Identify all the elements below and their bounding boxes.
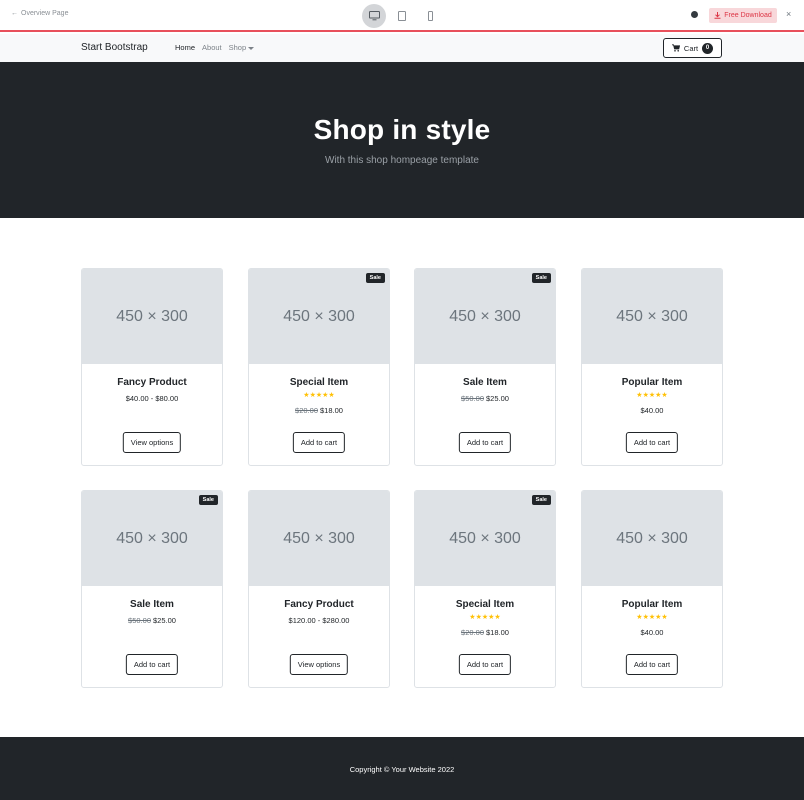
free-download-label: Free Download [724, 12, 772, 19]
add-to-cart-button[interactable]: Add to cart [458, 654, 512, 675]
cart-icon [671, 44, 680, 52]
product-name: Sale Item [130, 599, 174, 610]
product-price: $50.00 $25.00 [82, 616, 222, 625]
cart-label: Cart [683, 43, 699, 53]
product-image: 450 × 300 Sale [249, 269, 389, 364]
old-price: $20.00 [461, 628, 484, 637]
download-icon [714, 12, 721, 19]
preview-toolbar: ← Overview Page Free Download × [0, 0, 804, 32]
product-price: $40.00 [640, 628, 664, 637]
footer-copyright: Copyright © Your Website 2022 [349, 765, 455, 774]
view-options-button[interactable]: View options [289, 654, 349, 675]
old-price: $50.00 [461, 394, 484, 403]
star-icon: ★ [494, 614, 501, 621]
product-card: 450 × 300 Fancy Product $40.00 - $80.00 … [81, 268, 223, 466]
hero-header: Shop in style With this shop hompeage te… [0, 62, 804, 218]
star-rating: ★★★★★ [415, 614, 555, 622]
product-name: Fancy Product [284, 599, 354, 610]
product-card: 450 × 300 Fancy Product $120.00 - $280.0… [248, 490, 390, 688]
product-image-placeholder: 450 × 300 [283, 307, 355, 325]
overview-page-link[interactable]: ← Overview Page [11, 10, 68, 17]
product-image: 450 × 300 [249, 491, 389, 586]
product-price: $20.00 $18.00 [249, 406, 389, 415]
old-price: $50.00 [128, 616, 151, 625]
product-card: 450 × 300 Sale Sale Item $50.00 $25.00 Ad… [81, 490, 223, 688]
navbar-brand[interactable]: Start Bootstrap [81, 42, 148, 53]
add-to-cart-button[interactable]: Add to cart [458, 432, 512, 453]
view-options-button[interactable]: View options [122, 432, 182, 453]
star-rating: ★★★★★ [582, 392, 722, 400]
product-image: 450 × 300 Sale [415, 269, 555, 364]
hero-subtitle: With this shop hompeage template [325, 155, 479, 166]
add-to-cart-button[interactable]: Add to cart [292, 432, 346, 453]
device-switcher [362, 4, 442, 28]
mobile-icon [427, 11, 433, 21]
nav-links: Home About Shop [175, 43, 255, 52]
product-image: 450 × 300 [82, 269, 222, 364]
product-name: Popular Item [621, 599, 683, 610]
nav-link-about[interactable]: About [202, 43, 222, 52]
tablet-icon [398, 11, 406, 21]
sale-badge: Sale [531, 273, 551, 283]
close-icon[interactable]: × [786, 9, 791, 19]
star-icon: ★ [328, 392, 335, 399]
site-footer: Copyright © Your Website 2022 [0, 737, 804, 800]
product-image: 450 × 300 Sale [415, 491, 555, 586]
product-name: Sale Item [463, 377, 507, 388]
arrow-left-icon: ← [11, 10, 18, 17]
cart-count-badge: 0 [702, 42, 714, 54]
old-price: $20.00 [295, 406, 318, 415]
product-name: Special Item [455, 599, 515, 610]
star-icon: ★ [661, 392, 668, 399]
desktop-icon [368, 11, 380, 21]
product-name: Popular Item [621, 377, 683, 388]
product-card: 450 × 300 Sale Special Item ★★★★★ $20.00… [248, 268, 390, 466]
sale-price: $18.00 [320, 406, 343, 415]
product-price: $120.00 - $280.00 [288, 616, 350, 625]
nav-link-shop-label: Shop [228, 43, 247, 52]
product-image: 450 × 300 [582, 269, 722, 364]
product-image-placeholder: 450 × 300 [449, 307, 521, 325]
free-download-button[interactable]: Free Download [709, 8, 777, 23]
product-card: 450 × 300 Sale Special Item ★★★★★ $20.00… [414, 490, 556, 688]
sale-badge: Sale [531, 495, 551, 505]
product-card: 450 × 300 Popular Item ★★★★★ $40.00 Add … [581, 490, 723, 688]
nav-dropdown-shop[interactable]: Shop [229, 43, 255, 52]
star-rating: ★★★★★ [582, 614, 722, 622]
product-price: $50.00 $25.00 [415, 394, 555, 403]
nav-link-home[interactable]: Home [175, 43, 195, 52]
caret-down-icon [248, 46, 255, 50]
sale-badge: Sale [198, 495, 218, 505]
hero-title: Shop in style [313, 114, 491, 145]
product-image-placeholder: 450 × 300 [449, 529, 521, 547]
desktop-view-button[interactable] [362, 4, 386, 28]
product-image-placeholder: 450 × 300 [116, 529, 188, 547]
add-to-cart-button[interactable]: Add to cart [125, 654, 179, 675]
product-price: $20.00 $18.00 [415, 628, 555, 637]
add-to-cart-button[interactable]: Add to cart [625, 654, 679, 675]
mobile-view-button[interactable] [418, 4, 442, 28]
product-name: Special Item [289, 377, 349, 388]
star-rating: ★★★★★ [249, 392, 389, 400]
product-price: $40.00 [640, 406, 664, 415]
star-icon: ★ [661, 614, 668, 621]
product-name: Fancy Product [117, 377, 187, 388]
sale-price: $25.00 [153, 616, 176, 625]
product-image: 450 × 300 Sale [82, 491, 222, 586]
product-card: 450 × 300 Sale Sale Item $50.00 $25.00 Ad… [414, 268, 556, 466]
add-to-cart-button[interactable]: Add to cart [625, 432, 679, 453]
product-card: 450 × 300 Popular Item ★★★★★ $40.00 Add … [581, 268, 723, 466]
sale-badge: Sale [365, 273, 385, 283]
sale-price: $18.00 [486, 628, 509, 637]
product-price: $40.00 - $80.00 [125, 394, 179, 403]
tablet-view-button[interactable] [390, 4, 414, 28]
site-navbar: Start Bootstrap Home About Shop Cart 0 [0, 34, 804, 62]
cart-button[interactable]: Cart 0 [663, 38, 722, 58]
product-image: 450 × 300 [582, 491, 722, 586]
github-icon[interactable] [691, 11, 698, 18]
sale-price: $25.00 [486, 394, 509, 403]
overview-page-label: Overview Page [21, 10, 69, 17]
